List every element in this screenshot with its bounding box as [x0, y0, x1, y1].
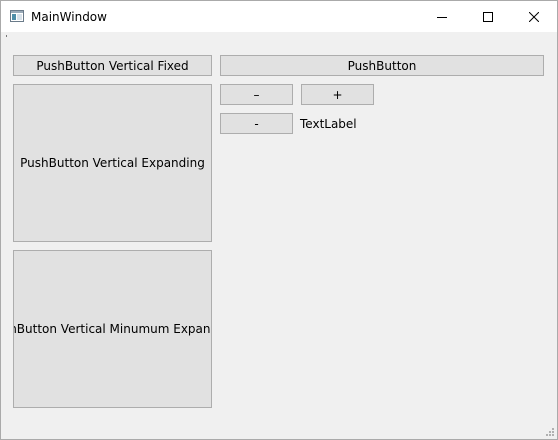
maximize-icon — [483, 11, 493, 22]
menu-bar-handle — [6, 35, 7, 37]
plus-button[interactable]: + — [301, 84, 374, 105]
title-bar[interactable]: MainWindow — [1, 1, 557, 32]
minus-button[interactable]: – — [220, 84, 293, 105]
app-window-icon — [10, 10, 24, 22]
close-button[interactable] — [511, 1, 557, 32]
pushbutton-vertical-fixed[interactable]: PushButton Vertical Fixed — [13, 55, 212, 76]
close-icon — [529, 11, 539, 22]
pushbutton[interactable]: PushButton — [220, 55, 544, 76]
maximize-button[interactable] — [465, 1, 511, 32]
pushbutton-vertical-minimum-expanding[interactable]: PushButton Vertical Minumum Expanding — [13, 250, 212, 408]
minimize-icon — [437, 16, 447, 18]
size-grip-icon[interactable] — [544, 426, 555, 437]
menu-bar — [1, 32, 557, 37]
window-title: MainWindow — [31, 10, 107, 24]
minimize-button[interactable] — [419, 1, 465, 32]
text-label: TextLabel — [300, 117, 357, 131]
decrement-button[interactable]: - — [220, 113, 293, 134]
main-window: MainWindow PushButton Vertical Fixed Pus… — [0, 0, 558, 440]
pushbutton-vertical-expanding[interactable]: PushButton Vertical Expanding — [13, 84, 212, 242]
